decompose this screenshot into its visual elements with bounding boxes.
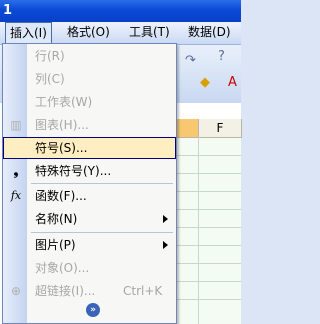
menu-item-hyperlink[interactable]: ⊕ 超链接(I)... Ctrl+K (3, 280, 176, 302)
submenu-arrow-icon (163, 215, 168, 223)
hyperlink-icon: ⊕ (10, 284, 22, 298)
menu-item-object[interactable]: 对象(O)... (3, 257, 176, 279)
menu-bar: 插入(I) 格式(O) 工具(T) 数据(D) (0, 22, 241, 45)
chart-icon: ▥ (10, 118, 22, 132)
menu-separator (31, 232, 173, 233)
grid-line (176, 281, 241, 282)
menu-item-row[interactable]: 行(R) (3, 45, 176, 67)
column-header-f[interactable]: F (199, 119, 242, 138)
menu-item-worksheet[interactable]: 工作表(W) (3, 91, 176, 113)
shortcut-text: Ctrl+K (123, 284, 163, 298)
grid-line (198, 137, 199, 324)
column-header-selected[interactable] (176, 119, 199, 138)
grid-line (176, 155, 241, 156)
menu-data[interactable]: 数据(D) (184, 22, 235, 43)
submenu-arrow-icon (163, 241, 168, 249)
help-icon[interactable]: ? (218, 49, 225, 64)
menu-item-name[interactable]: 名称(N) (3, 208, 176, 230)
cell-area[interactable] (176, 137, 241, 324)
grid-line (176, 299, 241, 300)
redo-icon[interactable]: ↷ (185, 53, 196, 68)
menu-item-special-symbol[interactable]: ❟ 特殊符号(Y)... (3, 160, 176, 182)
menu-item-chart[interactable]: ▥ 图表(H)... (3, 114, 176, 136)
menu-item-symbol[interactable]: 符号(S)... (3, 137, 176, 159)
expand-menu-icon[interactable]: » (86, 303, 100, 317)
grid-line (176, 173, 241, 174)
grid-line (176, 263, 241, 264)
grid-line (176, 191, 241, 192)
menu-item-column[interactable]: 列(C) (3, 68, 176, 90)
menu-insert[interactable]: 插入(I) (5, 22, 52, 44)
menu-tools[interactable]: 工具(T) (125, 22, 174, 43)
function-icon: fx (10, 189, 22, 202)
grid-line (176, 227, 241, 228)
grid-line (176, 245, 241, 246)
special-symbol-icon: ❟ (13, 164, 19, 178)
font-color-icon[interactable]: A (228, 75, 237, 90)
grid-line (176, 209, 241, 210)
window-title: 1 (3, 3, 13, 18)
title-bar: 1 (0, 0, 241, 22)
menu-item-function[interactable]: fx 函数(F)... (3, 185, 176, 207)
fill-color-icon[interactable]: ◆ (200, 75, 210, 90)
menu-item-picture[interactable]: 图片(P) (3, 234, 176, 256)
menu-format[interactable]: 格式(O) (63, 22, 114, 43)
insert-menu-dropdown: 行(R) 列(C) 工作表(W) ▥ 图表(H)... 符号(S)... ❟ 特… (2, 43, 177, 324)
menu-separator (31, 183, 173, 184)
